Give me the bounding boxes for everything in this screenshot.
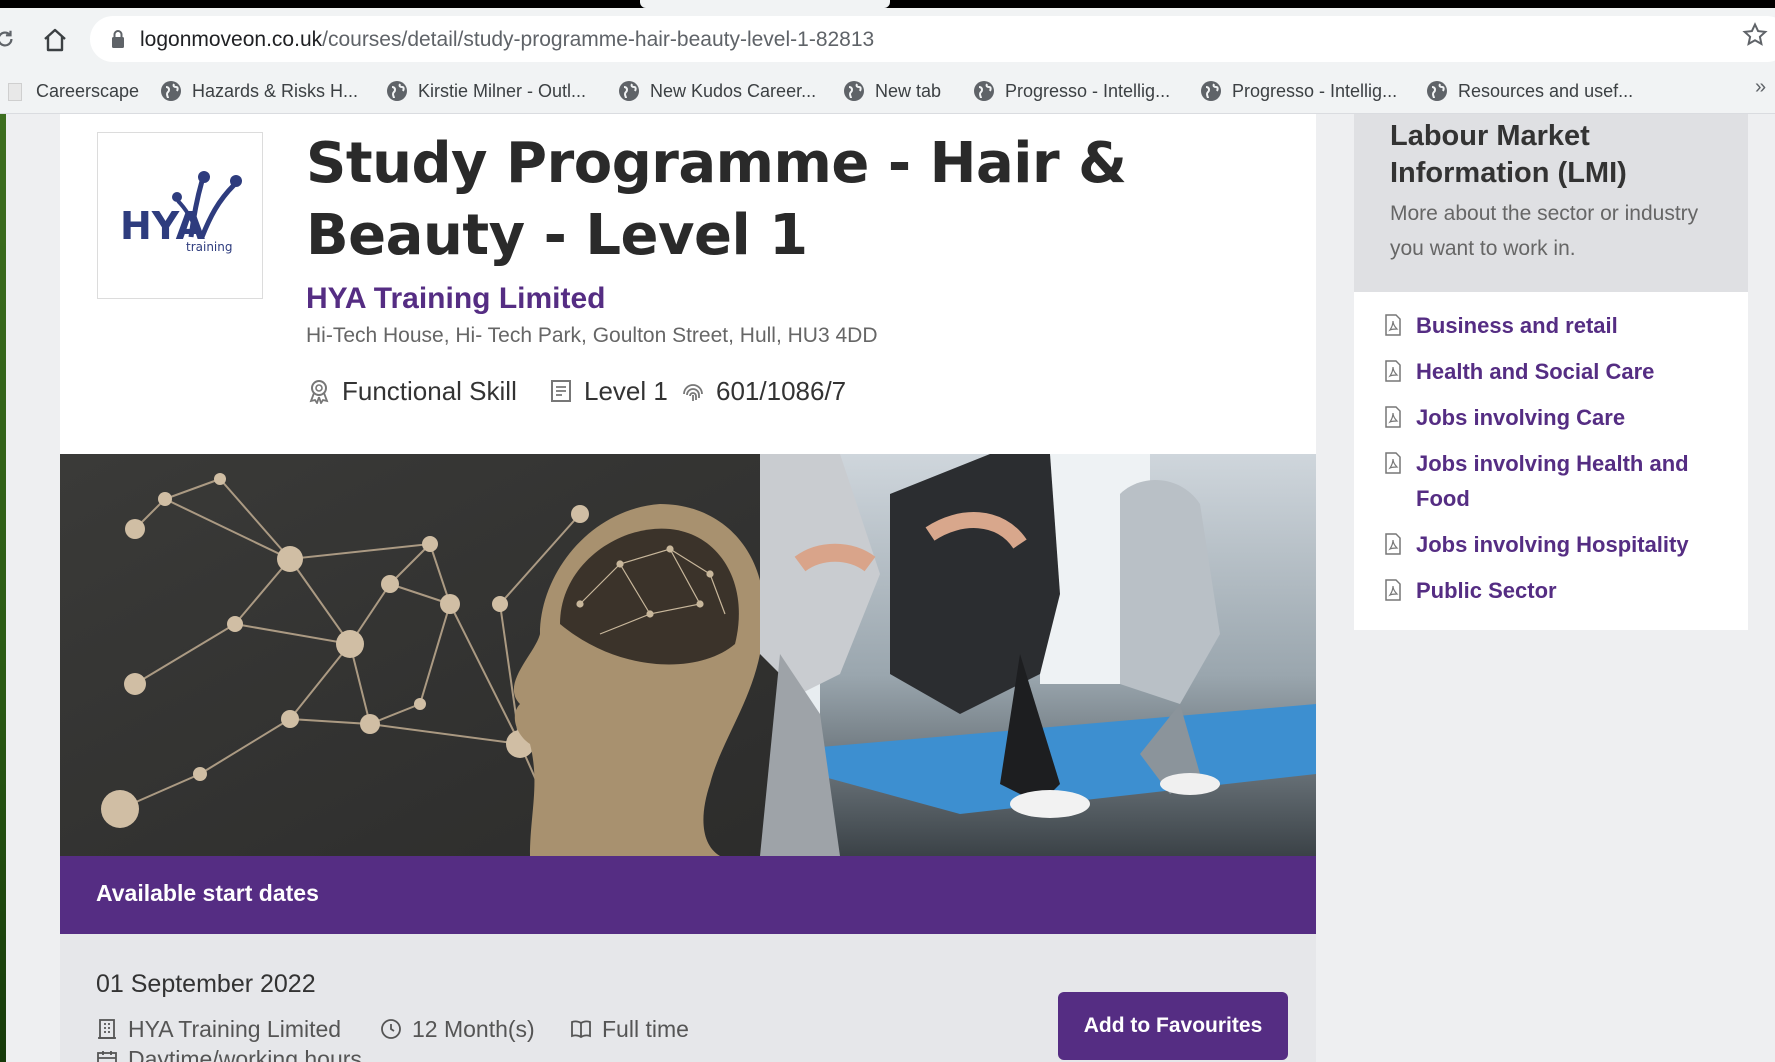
bookmark-progresso-1[interactable]: Progresso - Intellig... (973, 76, 1170, 106)
lmi-links-list: Business and retail Health and Social Ca… (1354, 292, 1748, 630)
address-bar-row: logonmoveon.co.uk/courses/detail/study-p… (0, 8, 1775, 70)
start-date: 01 September 2022 (96, 970, 316, 998)
reload-icon[interactable] (0, 28, 16, 50)
lmi-link-jobs-health-food[interactable]: Jobs involving Health and Food (1384, 446, 1724, 516)
tab-edge (640, 0, 890, 8)
globe-icon (387, 81, 407, 101)
bookmark-label: Careerscape (36, 80, 140, 101)
qualification-number: 601/1086/7 (680, 374, 846, 408)
date-attendance-label: Full time (602, 1015, 689, 1042)
globe-icon (1427, 81, 1447, 101)
qualification-type: Functional Skill (306, 374, 517, 408)
date-hours-label: Daytime/working hours (128, 1046, 362, 1062)
bookmark-progresso-2[interactable]: Progresso - Intellig... (1200, 76, 1397, 106)
url-text: logonmoveon.co.uk/courses/detail/study-p… (140, 28, 874, 52)
lmi-link-public-sector[interactable]: Public Sector (1384, 573, 1724, 608)
clock-icon (381, 1019, 401, 1039)
lmi-link-label: Jobs involving Hospitality (1416, 532, 1689, 557)
pdf-icon (1385, 406, 1401, 428)
bookmark-label: New tab (875, 80, 942, 101)
qualification-number-label: 601/1086/7 (716, 375, 847, 406)
lmi-link-label: Health and Social Care (1416, 359, 1655, 384)
lmi-link-health-social-care[interactable]: Health and Social Care (1384, 354, 1724, 389)
page-icon (8, 83, 22, 101)
fingerprint-icon (683, 384, 703, 401)
bookmark-label: Progresso - Intellig... (1005, 80, 1171, 101)
bookmark-label: Resources and usef... (1458, 80, 1634, 101)
date-duration-label: 12 Month(s) (412, 1015, 535, 1042)
lmi-link-label: Public Sector (1416, 578, 1557, 603)
course-level: Level 1 (548, 374, 668, 408)
globe-icon (1201, 81, 1221, 101)
lmi-panel-header: Labour Market Information (LMI) More abo… (1354, 114, 1748, 292)
lmi-link-label: Jobs involving Care (1416, 405, 1626, 430)
start-dates-header: Available start dates (60, 856, 1316, 934)
lmi-link-business-retail[interactable]: Business and retail (1384, 308, 1724, 343)
home-icon[interactable] (40, 25, 70, 55)
start-date-card: 01 September 2022 HYA Training Limited 1… (60, 934, 1316, 1062)
bookmark-label: Progresso - Intellig... (1232, 80, 1398, 101)
calendar-icon (97, 1050, 117, 1062)
start-dates-heading: Available start dates (96, 880, 319, 906)
bookmark-careerscape[interactable]: Careerscape (36, 76, 139, 106)
bookmark-resources[interactable]: Resources and usef... (1426, 76, 1633, 106)
bookmark-label: Kirstie Milner - Outl... (418, 80, 587, 101)
lock-icon (112, 30, 124, 48)
lmi-link-jobs-care[interactable]: Jobs involving Care (1384, 400, 1724, 435)
globe-icon (974, 81, 994, 101)
provider-logo: HYA training (97, 132, 263, 299)
bookmarks-overflow-button[interactable]: » (1755, 76, 1766, 99)
tab-strip (0, 0, 1775, 8)
document-icon (551, 380, 571, 402)
date-duration: 12 Month(s) (380, 1014, 535, 1044)
provider-address: Hi-Tech House, Hi- Tech Park, Goulton St… (306, 324, 878, 347)
date-attendance: Full time (570, 1014, 689, 1044)
page-title: Study Programme - Hair & Beauty - Level … (306, 131, 1127, 268)
date-provider: HYA Training Limited (96, 1014, 341, 1044)
lmi-subtitle: More about the sector or industry you wa… (1390, 202, 1699, 260)
book-icon (571, 1020, 591, 1039)
hero-illustration (60, 454, 1316, 856)
course-level-label: Level 1 (584, 375, 668, 406)
globe-icon (619, 81, 639, 101)
pdf-icon (1385, 314, 1401, 336)
course-hero-image (60, 454, 1316, 856)
award-icon (309, 380, 329, 404)
date-provider-label: HYA Training Limited (128, 1015, 342, 1042)
add-to-favourites-button[interactable]: Add to Favourites (1058, 992, 1288, 1060)
bookmark-new-tab[interactable]: New tab (843, 76, 941, 106)
bookmark-star-icon[interactable] (1742, 22, 1768, 48)
browser-chrome: logonmoveon.co.uk/courses/detail/study-p… (0, 0, 1775, 114)
pdf-icon (1385, 579, 1401, 601)
url-host: logonmoveon.co.uk (140, 28, 323, 51)
pdf-icon (1385, 533, 1401, 555)
hya-logo-icon: HYA training (120, 171, 242, 254)
building-icon (98, 1019, 116, 1039)
bookmark-kudos[interactable]: New Kudos Career... (618, 76, 816, 106)
bookmarks-bar: Careerscape Hazards & Risks H... Kirstie… (0, 70, 1775, 114)
lmi-link-label: Jobs involving Health and Food (1416, 451, 1689, 511)
lmi-link-jobs-hospitality[interactable]: Jobs involving Hospitality (1384, 527, 1724, 562)
bookmark-hazards[interactable]: Hazards & Risks H... (160, 76, 358, 106)
svg-text:training: training (186, 240, 233, 254)
globe-icon (844, 81, 864, 101)
course-header-card: HYA training Study Programme - Hair & Be… (60, 114, 1316, 454)
date-hours: Daytime/working hours (96, 1046, 362, 1062)
url-path: /courses/detail/study-programme-hair-bea… (322, 28, 875, 51)
url-bar[interactable]: logonmoveon.co.uk/courses/detail/study-p… (90, 16, 1775, 62)
lmi-link-label: Business and retail (1416, 313, 1618, 338)
lmi-title: Labour Market Information (LMI) (1390, 120, 1627, 189)
bookmark-label: New Kudos Career... (650, 80, 817, 101)
pdf-icon (1385, 360, 1401, 382)
globe-icon (161, 81, 181, 101)
bookmark-kirstie[interactable]: Kirstie Milner - Outl... (386, 76, 586, 106)
page-content: HYA training Study Programme - Hair & Be… (6, 114, 1775, 1062)
qualification-type-label: Functional Skill (342, 375, 517, 406)
provider-link[interactable]: HYA Training Limited (306, 282, 606, 316)
pdf-icon (1385, 452, 1401, 474)
bookmark-label: Hazards & Risks H... (192, 80, 359, 101)
